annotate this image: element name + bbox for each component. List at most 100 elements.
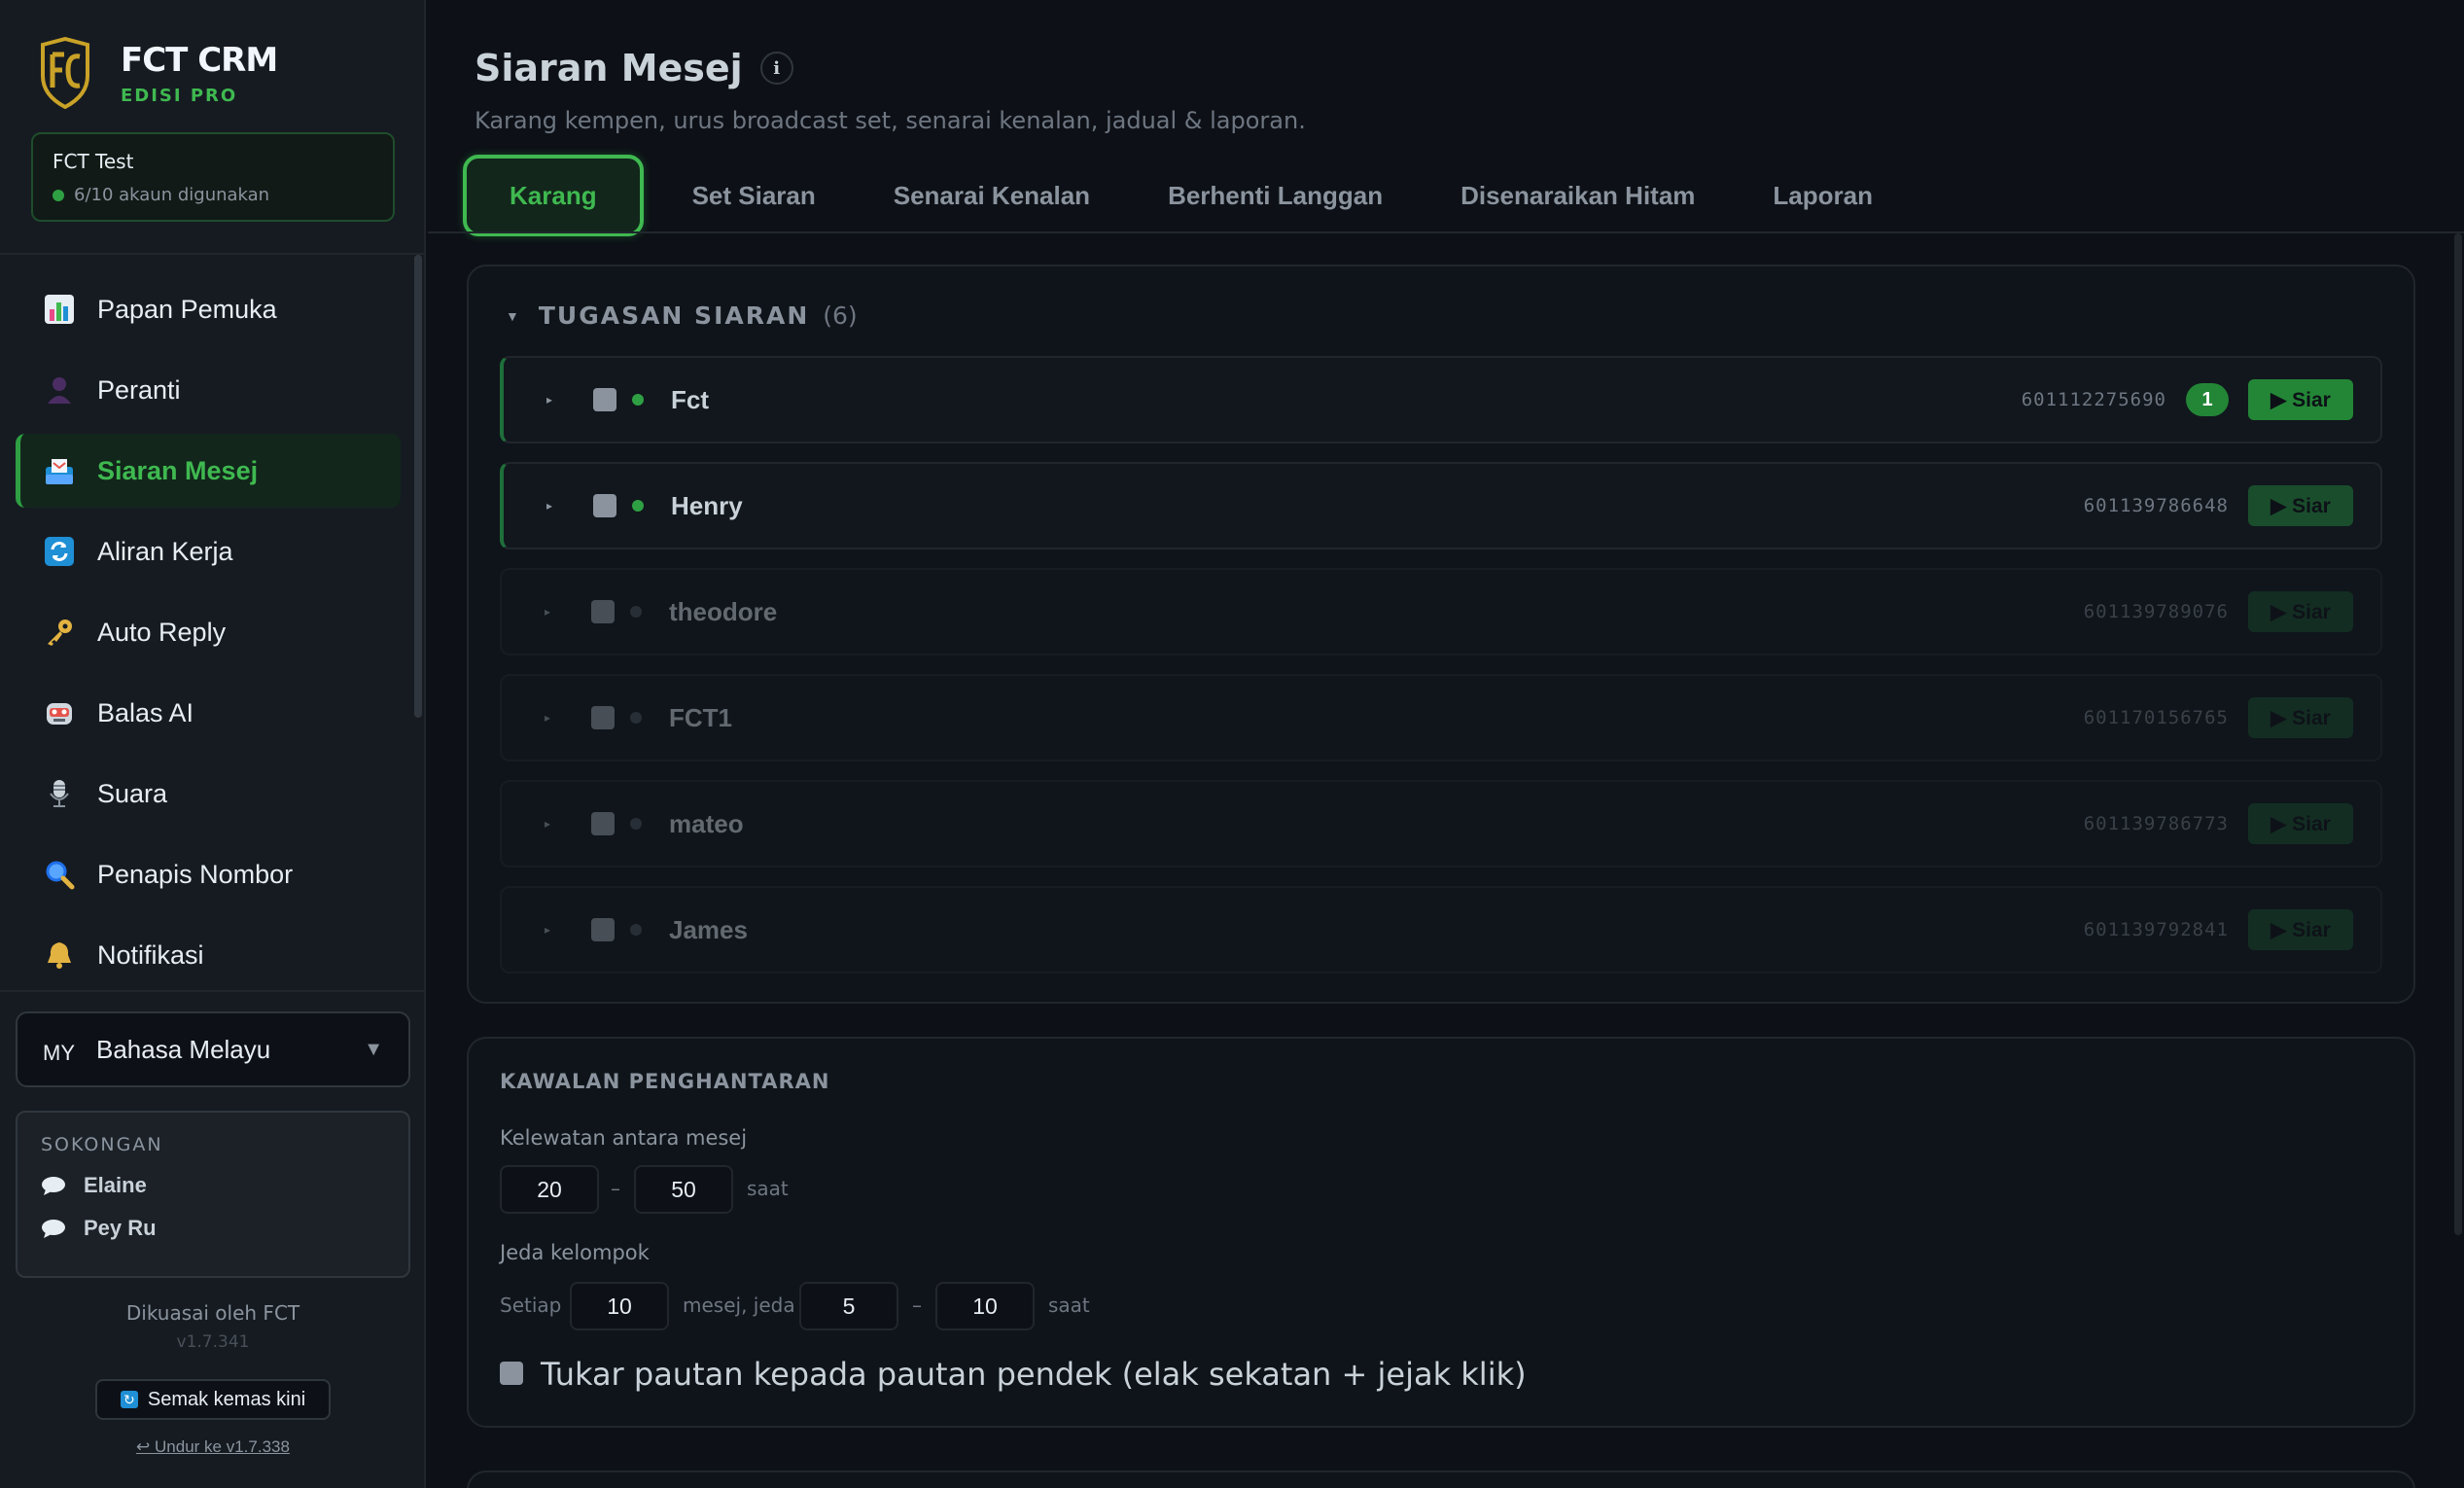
- sidebar-item-label: Siaran Mesej: [97, 455, 259, 485]
- task-name: theodore: [669, 596, 778, 626]
- broadcast-button[interactable]: ▶ Siar: [2248, 697, 2353, 738]
- brand-title: FCT CRM: [121, 40, 278, 80]
- task-name: James: [669, 914, 748, 944]
- account-name: FCT Test: [53, 150, 134, 173]
- sidebar-item-label: Suara: [97, 778, 168, 808]
- tab-disenaraikan-hitam[interactable]: Disenaraikan Hitam: [1422, 155, 1734, 236]
- expand-caret-icon[interactable]: ▸: [545, 711, 554, 725]
- status-dot-icon: [632, 500, 644, 512]
- support-contact[interactable]: Elaine: [41, 1173, 385, 1198]
- task-checkbox[interactable]: [591, 706, 615, 729]
- task-checkbox[interactable]: [591, 600, 615, 623]
- shortlink-checkbox[interactable]: [500, 1362, 523, 1385]
- sidebar-item-suara[interactable]: Suara: [16, 757, 401, 831]
- task-row[interactable]: ▸ Henry 601139786648 ▶ Siar: [500, 462, 2382, 549]
- sidebar-item-auto-reply[interactable]: Auto Reply: [16, 595, 401, 669]
- delivery-panel-title: KAWALAN PENGHANTARAN: [500, 1070, 830, 1093]
- tab-senarai-kenalan[interactable]: Senarai Kenalan: [855, 155, 1129, 236]
- batch-pause-max-input[interactable]: 10: [935, 1282, 1035, 1330]
- sidebar-nav: Papan Pemuka Peranti Siaran Mesej Aliran…: [16, 272, 401, 999]
- batch-every-input[interactable]: 10: [570, 1282, 669, 1330]
- account-usage-text: 6/10 akaun digunakan: [74, 185, 270, 205]
- sidebar-item-label: Notifikasi: [97, 939, 204, 970]
- microphone-icon: [43, 777, 76, 810]
- support-card: SOKONGAN Elaine Pey Ru: [16, 1111, 410, 1278]
- shortlink-label[interactable]: Tukar pautan kepada pautan pendek (elak …: [541, 1356, 1527, 1393]
- support-contact[interactable]: Pey Ru: [41, 1216, 385, 1241]
- account-card[interactable]: FCT Test 6/10 akaun digunakan: [31, 132, 395, 222]
- broadcast-button[interactable]: ▶ Siar: [2248, 803, 2353, 844]
- inbox-icon: [43, 454, 76, 487]
- check-update-label: Semak kemas kini: [147, 1388, 306, 1410]
- status-dot-icon: [632, 394, 644, 406]
- chat-bubble-icon: [42, 1177, 65, 1195]
- rollback-link[interactable]: ↩ Undur ke v1.7.338: [0, 1437, 426, 1457]
- task-phone: 601139789076: [2083, 601, 2229, 622]
- task-row[interactable]: ▸ Fct 601112275690 1 ▶ Siar: [500, 356, 2382, 443]
- task-badge: 1: [2186, 383, 2229, 416]
- page-subtitle: Karang kempen, urus broadcast set, senar…: [475, 107, 1306, 134]
- sidebar-item-notifikasi[interactable]: Notifikasi: [16, 918, 401, 992]
- tasks-count: (6): [823, 301, 858, 330]
- expand-caret-icon[interactable]: ▸: [545, 817, 554, 831]
- tasks-panel-header[interactable]: ▼ TUGASAN SIARAN (6): [506, 301, 858, 330]
- delay-max-input[interactable]: 50: [634, 1165, 733, 1214]
- task-phone: 601139786648: [2083, 495, 2229, 516]
- delivery-control-panel: KAWALAN PENGHANTARAN Kelewatan antara me…: [467, 1037, 2415, 1428]
- sidebar-item-label: Auto Reply: [97, 617, 227, 647]
- sidebar-item-peranti[interactable]: Peranti: [16, 353, 401, 427]
- powered-by: Dikuasai oleh FCT: [125, 1301, 300, 1325]
- expand-caret-icon[interactable]: ▸: [546, 499, 556, 513]
- page-title: Siaran Mesej i: [475, 47, 793, 89]
- refresh-icon: [43, 535, 76, 568]
- task-checkbox[interactable]: [591, 812, 615, 835]
- tab-laporan[interactable]: Laporan: [1734, 155, 1912, 236]
- range-separator: –: [912, 1293, 922, 1317]
- fct-logo-icon: [41, 37, 89, 109]
- delay-min-input[interactable]: 20: [500, 1165, 599, 1214]
- task-row[interactable]: ▸ theodore 601139789076 ▶ Siar: [500, 568, 2382, 655]
- task-checkbox[interactable]: [591, 918, 615, 941]
- expand-caret-icon[interactable]: ▸: [545, 605, 554, 619]
- broadcast-button[interactable]: ▶ Siar: [2248, 909, 2353, 950]
- tab-berhenti-langgan[interactable]: Berhenti Langgan: [1129, 155, 1422, 236]
- sidebar-item-balas-ai[interactable]: Balas AI: [16, 676, 401, 750]
- expand-caret-icon[interactable]: ▸: [545, 923, 554, 937]
- tab-set-siaran[interactable]: Set Siaran: [653, 155, 855, 236]
- sidebar-item-papan-pemuka[interactable]: Papan Pemuka: [16, 272, 401, 346]
- refresh-icon: ↻: [120, 1391, 138, 1408]
- status-dot-icon: [630, 924, 642, 936]
- task-name: Fct: [671, 384, 709, 414]
- status-dot-icon: [630, 712, 642, 724]
- support-title: SOKONGAN: [41, 1134, 163, 1155]
- tab-karang[interactable]: Karang: [463, 155, 644, 236]
- sidebar-item-aliran-kerja[interactable]: Aliran Kerja: [16, 514, 401, 588]
- task-row[interactable]: ▸ mateo 601139786773 ▶ Siar: [500, 780, 2382, 868]
- language-select[interactable]: MY Bahasa Melayu ▼: [16, 1011, 410, 1087]
- batch-unit: saat: [1048, 1293, 1090, 1317]
- next-panel: [467, 1470, 2415, 1488]
- magnifier-icon: [43, 858, 76, 891]
- task-checkbox[interactable]: [593, 388, 616, 411]
- main-scrollbar[interactable]: [2454, 233, 2462, 1235]
- brand[interactable]: FCT CRM EDISI PRO: [39, 37, 278, 109]
- support-contact-name: Pey Ru: [84, 1216, 157, 1240]
- task-row[interactable]: ▸ James 601139792841 ▶ Siar: [500, 886, 2382, 974]
- broadcast-button[interactable]: ▶ Siar: [2248, 591, 2353, 632]
- sidebar-item-siaran-mesej[interactable]: Siaran Mesej: [16, 434, 401, 508]
- broadcast-button[interactable]: ▶ Siar: [2248, 485, 2353, 526]
- tab-divider: [428, 231, 2464, 233]
- tab-bar: Karang Set Siaran Senarai Kenalan Berhen…: [463, 155, 1912, 236]
- broadcast-button[interactable]: ▶ Siar: [2248, 379, 2353, 420]
- task-checkbox[interactable]: [593, 494, 616, 517]
- check-update-button[interactable]: ↻ Semak kemas kini: [95, 1379, 331, 1420]
- info-icon[interactable]: i: [759, 52, 793, 85]
- batch-prefix: Setiap: [500, 1293, 562, 1317]
- sidebar-item-penapis-nombor[interactable]: Penapis Nombor: [16, 837, 401, 911]
- task-phone: 601139786773: [2083, 813, 2229, 834]
- task-row[interactable]: ▸ FCT1 601170156765 ▶ Siar: [500, 674, 2382, 762]
- expand-caret-icon[interactable]: ▸: [546, 393, 556, 407]
- batch-pause-min-input[interactable]: 5: [799, 1282, 898, 1330]
- status-dot-icon: [630, 818, 642, 830]
- sidebar-scrollbar[interactable]: [414, 255, 422, 718]
